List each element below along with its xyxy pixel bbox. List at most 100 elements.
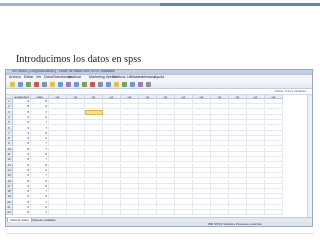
- data-cell[interactable]: [85, 162, 103, 168]
- data-cell[interactable]: 9: [13, 99, 31, 104]
- data-cell[interactable]: [193, 136, 211, 142]
- data-cell[interactable]: [175, 210, 193, 216]
- data-cell[interactable]: [247, 120, 265, 126]
- data-cell[interactable]: [49, 194, 67, 200]
- data-cell[interactable]: 8: [13, 199, 31, 205]
- data-cell[interactable]: 8: [31, 99, 49, 104]
- data-cell[interactable]: [229, 173, 247, 179]
- data-cell[interactable]: [121, 109, 139, 115]
- data-cell[interactable]: [175, 157, 193, 163]
- data-cell[interactable]: 9: [13, 173, 31, 179]
- data-cell[interactable]: [247, 183, 265, 189]
- data-cell[interactable]: 9: [13, 136, 31, 142]
- save-icon[interactable]: [18, 81, 23, 87]
- data-cell[interactable]: [211, 152, 229, 157]
- data-cell[interactable]: 9: [13, 162, 31, 168]
- row-header[interactable]: 11: [6, 152, 13, 157]
- data-cell[interactable]: [247, 157, 265, 163]
- data-cell[interactable]: [121, 136, 139, 142]
- data-cell[interactable]: [103, 125, 121, 131]
- data-cell[interactable]: [193, 178, 211, 184]
- data-cell[interactable]: [121, 189, 139, 195]
- data-cell[interactable]: [85, 152, 103, 157]
- data-grid[interactable]: antigüedad edad var var var var var var var var va…: [6, 95, 312, 217]
- data-cell[interactable]: [121, 167, 139, 173]
- data-cell[interactable]: [103, 141, 121, 147]
- data-cell[interactable]: [247, 114, 265, 120]
- data-cell[interactable]: [193, 205, 211, 210]
- data-cell[interactable]: [175, 152, 193, 157]
- data-cell[interactable]: [85, 189, 103, 195]
- data-cell[interactable]: 9: [13, 183, 31, 189]
- data-cell[interactable]: [121, 205, 139, 210]
- redo-icon[interactable]: [50, 81, 55, 87]
- data-cell[interactable]: [265, 146, 283, 152]
- data-cell[interactable]: 9: [13, 205, 31, 210]
- data-cell[interactable]: [229, 141, 247, 147]
- data-cell[interactable]: 8: [13, 120, 31, 126]
- data-cell[interactable]: [193, 99, 211, 104]
- data-cell[interactable]: [265, 125, 283, 131]
- data-cell[interactable]: 8: [13, 109, 31, 115]
- data-cell[interactable]: [157, 114, 175, 120]
- data-cell[interactable]: [157, 125, 175, 131]
- data-cell[interactable]: [247, 199, 265, 205]
- data-cell[interactable]: [211, 167, 229, 173]
- data-cell[interactable]: [121, 114, 139, 120]
- data-cell[interactable]: [49, 162, 67, 168]
- data-cell[interactable]: [67, 125, 85, 131]
- data-cell[interactable]: [247, 104, 265, 110]
- data-cell[interactable]: [103, 136, 121, 142]
- data-cell[interactable]: [67, 152, 85, 157]
- data-cell[interactable]: 8: [13, 104, 31, 110]
- data-cell[interactable]: [265, 173, 283, 179]
- data-cell[interactable]: [175, 194, 193, 200]
- data-cell[interactable]: [85, 205, 103, 210]
- data-cell[interactable]: [247, 146, 265, 152]
- data-cell[interactable]: [139, 199, 157, 205]
- data-cell[interactable]: [67, 173, 85, 179]
- data-cell[interactable]: [121, 125, 139, 131]
- data-cell[interactable]: [211, 146, 229, 152]
- data-cell[interactable]: 7: [31, 173, 49, 179]
- data-cell[interactable]: [265, 141, 283, 147]
- data-cell[interactable]: [265, 120, 283, 126]
- data-cell[interactable]: [157, 178, 175, 184]
- data-cell[interactable]: [49, 199, 67, 205]
- data-cell[interactable]: [121, 183, 139, 189]
- data-cell[interactable]: [157, 120, 175, 126]
- data-cell[interactable]: [175, 189, 193, 195]
- data-cell[interactable]: [121, 194, 139, 200]
- data-cell[interactable]: [49, 130, 67, 136]
- data-cell[interactable]: 7: [31, 125, 49, 131]
- data-cell[interactable]: [229, 114, 247, 120]
- value-labels-icon[interactable]: [130, 81, 135, 87]
- data-cell[interactable]: [247, 152, 265, 157]
- data-cell[interactable]: [211, 125, 229, 131]
- goto-variable-icon[interactable]: [66, 81, 71, 87]
- data-cell[interactable]: [265, 152, 283, 157]
- data-cell[interactable]: [193, 210, 211, 216]
- data-cell[interactable]: [139, 114, 157, 120]
- data-cell[interactable]: [85, 210, 103, 216]
- data-cell[interactable]: [157, 109, 175, 115]
- data-cell[interactable]: [67, 130, 85, 136]
- data-cell[interactable]: [85, 183, 103, 189]
- data-cell[interactable]: [49, 178, 67, 184]
- data-cell[interactable]: [265, 183, 283, 189]
- data-cell[interactable]: [121, 157, 139, 163]
- row-header[interactable]: 4: [6, 114, 13, 120]
- data-cell[interactable]: [49, 167, 67, 173]
- data-cell[interactable]: [193, 183, 211, 189]
- data-cell[interactable]: [157, 162, 175, 168]
- data-cell[interactable]: [265, 162, 283, 168]
- data-cell[interactable]: [139, 167, 157, 173]
- data-cell[interactable]: [229, 125, 247, 131]
- data-cell[interactable]: [175, 99, 193, 104]
- row-header[interactable]: 22: [6, 210, 13, 216]
- data-cell[interactable]: [211, 157, 229, 163]
- data-cell[interactable]: [265, 109, 283, 115]
- data-cell[interactable]: [247, 210, 265, 216]
- data-cell[interactable]: 9: [13, 130, 31, 136]
- data-cell[interactable]: [211, 178, 229, 184]
